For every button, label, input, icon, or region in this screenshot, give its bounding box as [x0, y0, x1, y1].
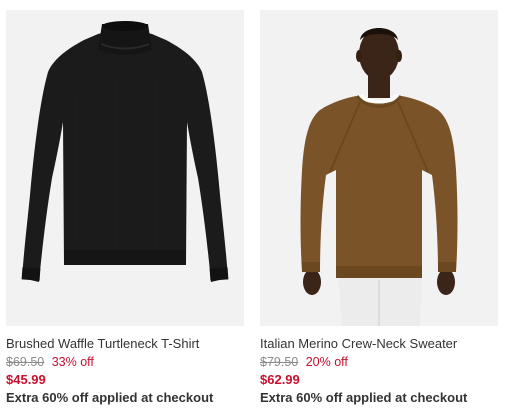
sale-price: $45.99: [6, 372, 46, 387]
sale-price: $62.99: [260, 372, 300, 387]
product-image-turtleneck[interactable]: [6, 10, 244, 326]
promo-text: Extra 60% off applied at checkout: [260, 390, 468, 405]
original-price: $69.50: [6, 355, 45, 369]
product-name[interactable]: Italian Merino Crew-Neck Sweater: [260, 336, 498, 352]
discount-percent: 33% off: [51, 355, 94, 369]
product-image-sweater[interactable]: [260, 10, 498, 326]
original-price: $79.50: [260, 355, 299, 369]
price-row: $79.50 20% off: [260, 354, 498, 370]
product-card[interactable]: Brushed Waffle Turtleneck T-Shirt $69.50…: [6, 10, 244, 406]
product-name[interactable]: Brushed Waffle Turtleneck T-Shirt: [6, 336, 244, 352]
discount-percent: 20% off: [305, 355, 348, 369]
model-wearing-sweater-illustration: [260, 10, 498, 326]
price-row: $69.50 33% off: [6, 354, 244, 370]
product-card[interactable]: Italian Merino Crew-Neck Sweater $79.50 …: [260, 10, 498, 406]
product-grid: Brushed Waffle Turtleneck T-Shirt $69.50…: [0, 0, 507, 419]
turtleneck-shirt-illustration: [6, 10, 244, 326]
promo-text: Extra 60% off applied at checkout: [6, 390, 214, 405]
